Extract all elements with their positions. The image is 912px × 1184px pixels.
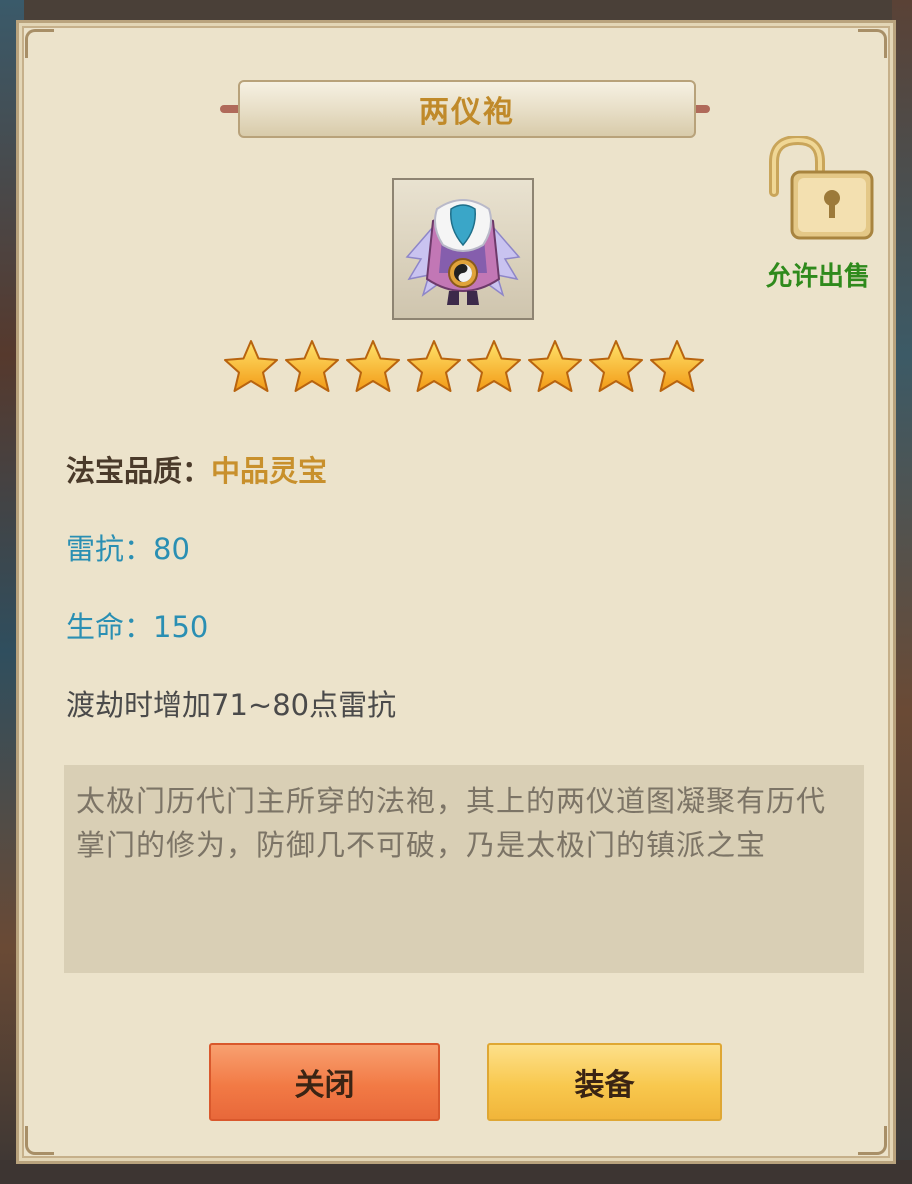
corner-ornament bbox=[858, 1126, 887, 1155]
star-rating bbox=[222, 338, 706, 398]
star-icon bbox=[284, 340, 339, 392]
unlocked-padlock-icon bbox=[769, 134, 874, 240]
equip-button[interactable]: 装备 bbox=[487, 1043, 722, 1121]
corner-ornament bbox=[858, 29, 887, 58]
quality-row: 法宝品质：中品灵宝 bbox=[66, 448, 327, 490]
star-icon bbox=[345, 340, 400, 392]
item-icon-frame bbox=[392, 178, 534, 320]
title-banner: 两仪袍 bbox=[238, 80, 696, 138]
background-scene-top bbox=[0, 0, 912, 20]
robe-icon bbox=[405, 199, 521, 305]
stat-thunder-resist: 雷抗：80 bbox=[66, 532, 190, 566]
star-icon bbox=[589, 340, 644, 392]
stat-life: 生命：150 bbox=[66, 610, 209, 644]
item-title: 两仪袍 bbox=[419, 95, 515, 130]
star-icon bbox=[406, 340, 461, 392]
corner-ornament bbox=[25, 1126, 54, 1155]
quality-value: 中品灵宝 bbox=[211, 454, 328, 488]
sell-lock-toggle[interactable] bbox=[760, 134, 876, 246]
close-button[interactable]: 关闭 bbox=[209, 1043, 440, 1121]
corner-ornament bbox=[25, 29, 54, 58]
star-icon bbox=[528, 340, 583, 392]
special-effect: 渡劫时增加71~80点雷抗 bbox=[66, 688, 397, 722]
quality-label: 法宝品质： bbox=[66, 454, 212, 488]
star-icon bbox=[649, 340, 704, 392]
sell-status-label: 允许出售 bbox=[765, 262, 870, 292]
star-icon bbox=[224, 340, 278, 392]
star-icon bbox=[467, 340, 522, 392]
item-description: 太极门历代门主所穿的法袍，其上的两仪道图凝聚有历代掌门的修为，防御几不可破，乃是… bbox=[64, 765, 864, 973]
